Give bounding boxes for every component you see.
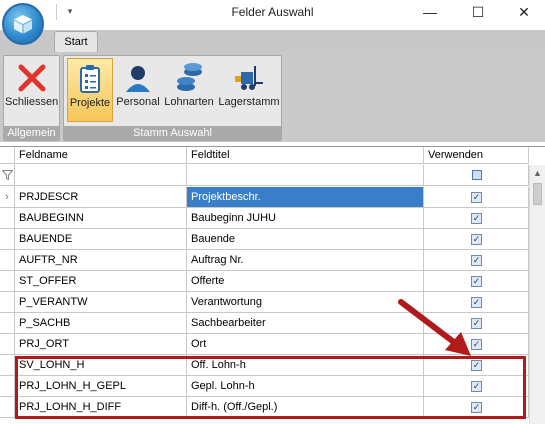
close-app-label: Schliessen: [5, 96, 59, 108]
wage-types-button[interactable]: Lohnarten: [163, 58, 215, 122]
row-indicator[interactable]: [0, 250, 15, 271]
column-header-fieldtitle[interactable]: Feldtitel: [187, 147, 424, 164]
quick-access-dropdown-icon[interactable]: ▾: [62, 4, 78, 18]
row-indicator[interactable]: [0, 271, 15, 292]
table-row[interactable]: AUFTR_NR Auftrag Nr. ✓: [0, 250, 529, 271]
filter-fieldname[interactable]: [15, 165, 187, 186]
person-icon: [126, 66, 150, 92]
cell-fieldtitle[interactable]: Auftrag Nr.: [187, 250, 424, 271]
cell-fieldtitle[interactable]: Ort: [187, 334, 424, 355]
row-indicator[interactable]: [0, 397, 15, 418]
cell-fieldtitle[interactable]: Sachbearbeiter: [187, 313, 424, 334]
use-checkbox[interactable]: ✓: [471, 234, 482, 245]
tab-start[interactable]: Start: [54, 31, 98, 53]
minimize-button[interactable]: —: [408, 0, 452, 26]
forklift-icon: [235, 66, 263, 90]
row-indicator-header: [0, 147, 15, 164]
column-header-fieldname[interactable]: Feldname: [15, 147, 187, 164]
cell-use[interactable]: ✓: [424, 229, 529, 250]
clipboard-icon: [80, 65, 100, 93]
column-header-use[interactable]: Verwenden: [424, 147, 529, 164]
row-indicator[interactable]: ›: [0, 187, 15, 208]
maximize-button[interactable]: ☐: [456, 0, 500, 26]
cell-fieldname[interactable]: P_SACHB: [15, 313, 187, 334]
cell-fieldname[interactable]: BAUBEGINN: [15, 208, 187, 229]
red-x-icon: [18, 64, 45, 92]
cell-fieldtitle[interactable]: Offerte: [187, 271, 424, 292]
row-indicator[interactable]: [0, 229, 15, 250]
use-checkbox[interactable]: ✓: [471, 255, 482, 266]
use-checkbox[interactable]: ✓: [471, 192, 482, 203]
staff-label: Personal: [116, 96, 160, 108]
cell-fieldname[interactable]: PRJDESCR: [15, 187, 187, 208]
cell-use[interactable]: ✓: [424, 271, 529, 292]
close-app-button[interactable]: Schliessen: [5, 58, 58, 122]
cell-fieldname[interactable]: BAUENDE: [15, 229, 187, 250]
highlight-box: [15, 356, 526, 419]
title-bar: Felder Auswahl ▾ — ☐ ✕: [0, 0, 545, 30]
maximize-icon: ☐: [471, 4, 485, 20]
staff-button[interactable]: Personal: [116, 58, 160, 122]
group-master-selection-label: Stamm Auswahl: [64, 126, 281, 140]
vertical-scrollbar[interactable]: ▲: [529, 165, 545, 424]
scroll-thumb[interactable]: [533, 183, 542, 205]
close-icon: ✕: [518, 4, 530, 20]
row-indicator[interactable]: [0, 334, 15, 355]
filter-fieldtitle[interactable]: [187, 165, 424, 186]
row-indicator[interactable]: [0, 313, 15, 334]
cell-fieldname[interactable]: AUFTR_NR: [15, 250, 187, 271]
table-row[interactable]: ST_OFFER Offerte ✓: [0, 271, 529, 292]
warehouse-label: Lagerstamm: [218, 96, 280, 108]
table-row[interactable]: BAUBEGINN Baubeginn JUHU ✓: [0, 208, 529, 229]
close-window-button[interactable]: ✕: [502, 0, 545, 26]
cell-fieldname[interactable]: PRJ_ORT: [15, 334, 187, 355]
row-indicator[interactable]: [0, 208, 15, 229]
red-arrow-icon: [398, 299, 471, 356]
row-indicator[interactable]: [0, 376, 15, 397]
cell-fieldtitle[interactable]: Bauende: [187, 229, 424, 250]
filter-icon: [1, 170, 13, 180]
row-indicator[interactable]: [0, 292, 15, 313]
filter-row-indicator: [0, 165, 15, 186]
filter-row: [0, 165, 529, 186]
table-row[interactable]: › PRJDESCR Projektbeschr. ✓: [0, 187, 529, 208]
cell-fieldtitle[interactable]: Verantwortung: [187, 292, 424, 313]
cell-use[interactable]: ✓: [424, 208, 529, 229]
filter-checkbox[interactable]: [472, 170, 482, 180]
cell-fieldname[interactable]: P_VERANTW: [15, 292, 187, 313]
cube-icon: [14, 15, 32, 34]
application-menu-button[interactable]: [2, 3, 44, 45]
warehouse-button[interactable]: Lagerstamm: [218, 58, 280, 122]
row-indicator[interactable]: [0, 355, 15, 376]
use-checkbox[interactable]: ✓: [471, 276, 482, 287]
wage-types-label: Lohnarten: [164, 96, 214, 108]
ribbon: Schliessen Allgemein Projekte Personal L…: [0, 52, 545, 142]
projects-button[interactable]: Projekte: [67, 58, 113, 122]
scroll-up-arrow-icon[interactable]: ▲: [530, 165, 545, 181]
cell-use[interactable]: ✓: [424, 187, 529, 208]
cell-use[interactable]: ✓: [424, 250, 529, 271]
cell-fieldtitle[interactable]: Baubeginn JUHU: [187, 208, 424, 229]
filter-use[interactable]: [424, 165, 529, 186]
group-general: Schliessen Allgemein: [3, 55, 60, 141]
coin-stack-icon: [177, 63, 202, 91]
cell-fieldtitle[interactable]: Projektbeschr.: [187, 187, 424, 208]
minimize-icon: —: [423, 4, 437, 20]
cell-fieldname[interactable]: ST_OFFER: [15, 271, 187, 292]
group-master-selection: Projekte Personal Lohnarten Lagerstamm S…: [63, 55, 282, 141]
qat-separator: [56, 4, 57, 20]
table-row[interactable]: BAUENDE Bauende ✓: [0, 229, 529, 250]
group-general-label: Allgemein: [4, 126, 59, 140]
use-checkbox[interactable]: ✓: [471, 213, 482, 224]
projects-label: Projekte: [69, 97, 111, 109]
